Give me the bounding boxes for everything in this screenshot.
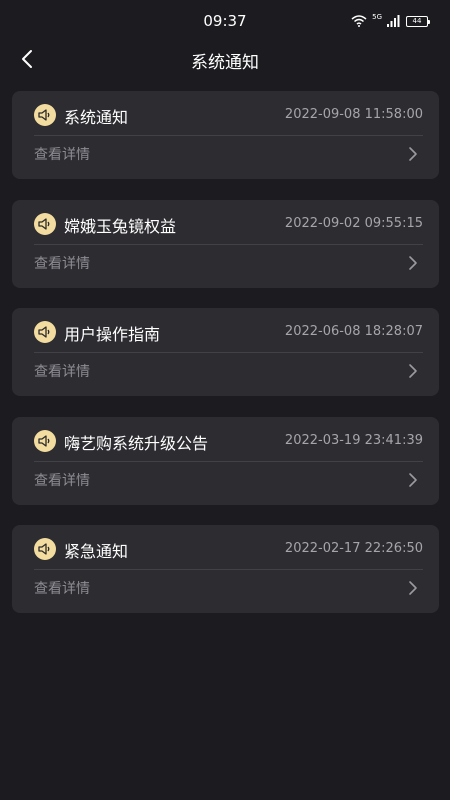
- notification-time: 2022-03-19 23:41:39: [284, 432, 423, 448]
- wifi-icon: [351, 15, 367, 27]
- notification-card[interactable]: 用户操作指南 2022-06-08 18:28:07 查看详情: [12, 308, 439, 396]
- notification-time: 2022-09-02 09:55:15: [284, 215, 423, 231]
- notification-card[interactable]: 紧急通知 2022-02-17 22:26:50 查看详情: [12, 525, 439, 613]
- notification-time: 2022-09-08 11:58:00: [284, 107, 423, 122]
- notification-card[interactable]: 嗨艺购系统升级公告 2022-03-19 23:41:39 查看详情: [12, 416, 439, 505]
- divider: [34, 243, 423, 245]
- notification-time: 2022-06-08 18:28:07: [284, 324, 423, 339]
- nav-bar: 系统通知: [0, 40, 450, 78]
- page-title: 系统通知: [191, 53, 259, 73]
- status-icons: 5G 44: [351, 13, 430, 28]
- card-header: 系统通知 2022-09-08 11:58:00: [12, 91, 439, 137]
- card-header: 紧急通知 2022-02-17 22:26:50: [12, 525, 439, 571]
- card-header: 用户操作指南 2022-06-08 18:28:07: [12, 308, 439, 354]
- speaker-icon: [34, 321, 56, 343]
- card-header: 嫦娥玉兔镜权益 2022-09-02 09:55:15: [12, 200, 439, 246]
- notification-title: 用户操作指南: [64, 325, 161, 344]
- network-label: 5G: [372, 13, 382, 21]
- divider: [34, 352, 423, 353]
- signal-icon: [387, 15, 400, 27]
- speaker-icon: [34, 212, 56, 235]
- divider: [34, 569, 423, 570]
- notification-card[interactable]: 系统通知 2022-09-08 11:58:00 查看详情: [12, 91, 439, 179]
- battery-icon: 44: [406, 15, 430, 27]
- chevron-right-icon: [409, 364, 417, 378]
- notification-title: 嫦娥玉兔镜权益: [64, 216, 177, 236]
- chevron-right-icon: [409, 255, 417, 270]
- battery-level: 44: [412, 16, 422, 25]
- speaker-icon: [34, 104, 56, 126]
- view-details-link[interactable]: 查看详情: [34, 144, 90, 164]
- notification-title: 紧急通知: [64, 542, 129, 561]
- view-details-link[interactable]: 查看详情: [34, 578, 90, 598]
- chevron-right-icon: [409, 581, 417, 595]
- chevron-right-icon: [409, 147, 417, 161]
- speaker-icon: [34, 429, 56, 452]
- view-details-link[interactable]: 查看详情: [34, 470, 90, 490]
- divider: [34, 460, 423, 462]
- card-header: 嗨艺购系统升级公告 2022-03-19 23:41:39: [12, 417, 439, 463]
- notification-title: 系统通知: [64, 108, 129, 127]
- notification-list: 系统通知 2022-09-08 11:58:00 查看详情 嫦娥玉兔镜权益 20…: [12, 91, 439, 634]
- view-details-link[interactable]: 查看详情: [34, 361, 90, 381]
- speaker-icon: [34, 538, 56, 560]
- divider: [34, 135, 423, 136]
- view-details-link[interactable]: 查看详情: [34, 253, 90, 273]
- notification-card[interactable]: 嫦娥玉兔镜权益 2022-09-02 09:55:15 查看详情: [12, 199, 439, 288]
- chevron-right-icon: [409, 472, 417, 487]
- notification-title: 嗨艺购系统升级公告: [64, 433, 209, 453]
- notification-time: 2022-02-17 22:26:50: [284, 541, 423, 556]
- status-bar: 09:37 5G 44: [0, 0, 450, 40]
